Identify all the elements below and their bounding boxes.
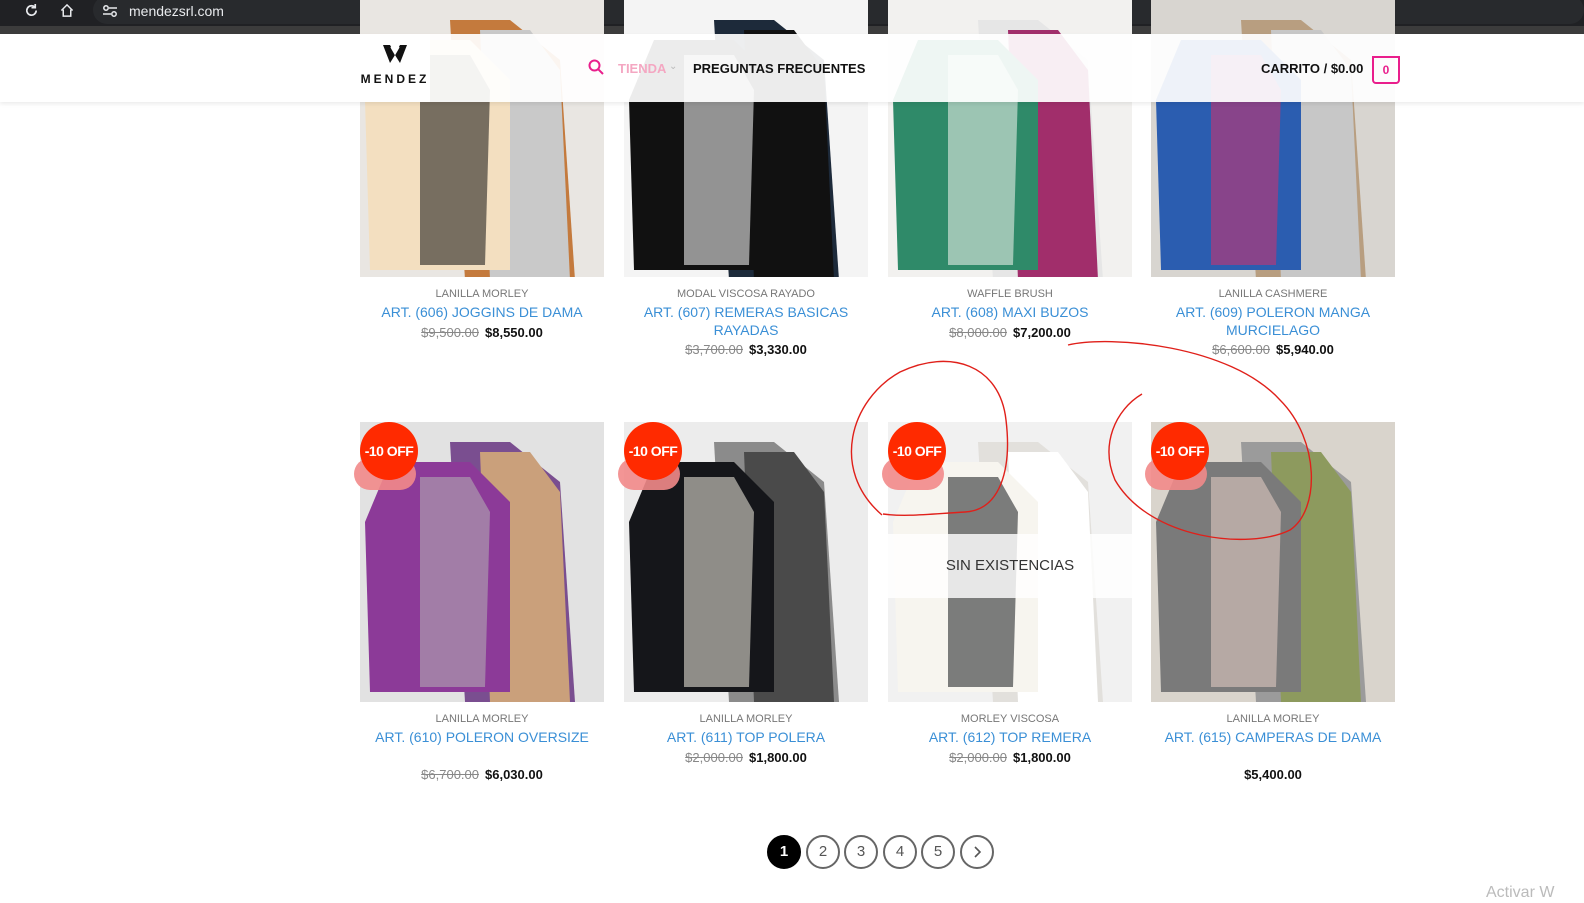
current-price: $1,800.00 — [749, 750, 807, 765]
current-price: $7,200.00 — [1013, 325, 1071, 340]
logo-text: MENDEZ — [360, 72, 430, 86]
product-category[interactable]: MODAL VISCOSA RAYADO — [624, 288, 868, 300]
discount-badge: -10 OFF — [1151, 422, 1209, 480]
old-price: $6,600.00 — [1212, 342, 1270, 357]
page-4-button[interactable]: 4 — [883, 835, 917, 869]
search-icon[interactable] — [588, 59, 604, 75]
product-category[interactable]: LANILLA MORLEY — [360, 288, 604, 300]
discount-badge: -10 OFF — [888, 422, 946, 480]
logo-mark-icon — [383, 45, 407, 63]
product-title[interactable]: ART. (608) MAXI BUZOS — [888, 303, 1132, 321]
page-3-button[interactable]: 3 — [844, 835, 878, 869]
product-price: $5,400.00 — [1151, 767, 1395, 782]
product-price: $2,000.00 $1,800.00 — [888, 750, 1132, 765]
nav-item-tienda[interactable]: TIENDA — [618, 61, 666, 76]
site-settings-icon[interactable] — [102, 4, 118, 18]
page-5-button[interactable]: 5 — [921, 835, 955, 869]
product-category[interactable]: LANILLA CASHMERE — [1151, 288, 1395, 300]
product-title[interactable]: ART. (610) POLERON OVERSIZE — [360, 728, 604, 746]
old-price: $6,700.00 — [421, 767, 479, 782]
current-price: $6,030.00 — [485, 767, 543, 782]
product-price: $9,500.00 $8,550.00 — [360, 325, 604, 340]
page-2-button[interactable]: 2 — [806, 835, 840, 869]
product-category[interactable]: LANILLA MORLEY — [1151, 713, 1395, 725]
current-price: $5,940.00 — [1276, 342, 1334, 357]
out-of-stock-overlay: SIN EXISTENCIAS — [888, 534, 1132, 598]
product-title[interactable]: ART. (609) POLERON MANGA MURCIELAGO — [1151, 303, 1395, 339]
site-logo[interactable]: MENDEZ — [360, 34, 430, 102]
old-price: $3,700.00 — [685, 342, 743, 357]
url-text[interactable]: mendezsrl.com — [129, 3, 224, 19]
nav-item-faq[interactable]: PREGUNTAS FRECUENTES — [693, 61, 865, 76]
product-title[interactable]: ART. (607) REMERAS BASICAS RAYADAS — [624, 303, 868, 339]
current-price: $3,330.00 — [749, 342, 807, 357]
product-title[interactable]: ART. (615) CAMPERAS DE DAMA — [1151, 728, 1395, 746]
site-header: MENDEZ TIENDA ⌄ PREGUNTAS FRECUENTES CAR… — [0, 34, 1584, 102]
product-category[interactable]: LANILLA MORLEY — [624, 713, 868, 725]
current-price: $5,400.00 — [1244, 767, 1302, 782]
product-price: $8,000.00 $7,200.00 — [888, 325, 1132, 340]
product-title[interactable]: ART. (612) TOP REMERA — [888, 728, 1132, 746]
current-price: $1,800.00 — [1013, 750, 1071, 765]
product-category[interactable]: MORLEY VISCOSA — [888, 713, 1132, 725]
windows-activation-watermark: Activar W — [1486, 884, 1555, 901]
current-price: $8,550.00 — [485, 325, 543, 340]
product-price: $6,600.00 $5,940.00 — [1151, 342, 1395, 357]
product-title[interactable]: ART. (611) TOP POLERA — [624, 728, 868, 746]
old-price: $2,000.00 — [949, 750, 1007, 765]
reload-icon[interactable] — [24, 3, 39, 18]
page-1-button[interactable]: 1 — [767, 835, 801, 869]
product-category[interactable]: WAFFLE BRUSH — [888, 288, 1132, 300]
cart-link[interactable]: CARRITO / $0.00 — [1261, 61, 1363, 76]
old-price: $9,500.00 — [421, 325, 479, 340]
discount-badge: -10 OFF — [360, 422, 418, 480]
chevron-right-icon — [974, 846, 982, 858]
product-price: $3,700.00 $3,330.00 — [624, 342, 868, 357]
cart-count-badge[interactable]: 0 — [1372, 56, 1400, 84]
product-category[interactable]: LANILLA MORLEY — [360, 713, 604, 725]
old-price: $8,000.00 — [949, 325, 1007, 340]
home-icon[interactable] — [59, 3, 75, 18]
product-price: $2,000.00 $1,800.00 — [624, 750, 868, 765]
product-price: $6,700.00 $6,030.00 — [360, 767, 604, 782]
old-price: $2,000.00 — [685, 750, 743, 765]
discount-badge: -10 OFF — [624, 422, 682, 480]
chevron-down-icon[interactable]: ⌄ — [669, 61, 677, 72]
next-page-button[interactable] — [960, 835, 994, 869]
product-title[interactable]: ART. (606) JOGGINS DE DAMA — [360, 303, 604, 321]
